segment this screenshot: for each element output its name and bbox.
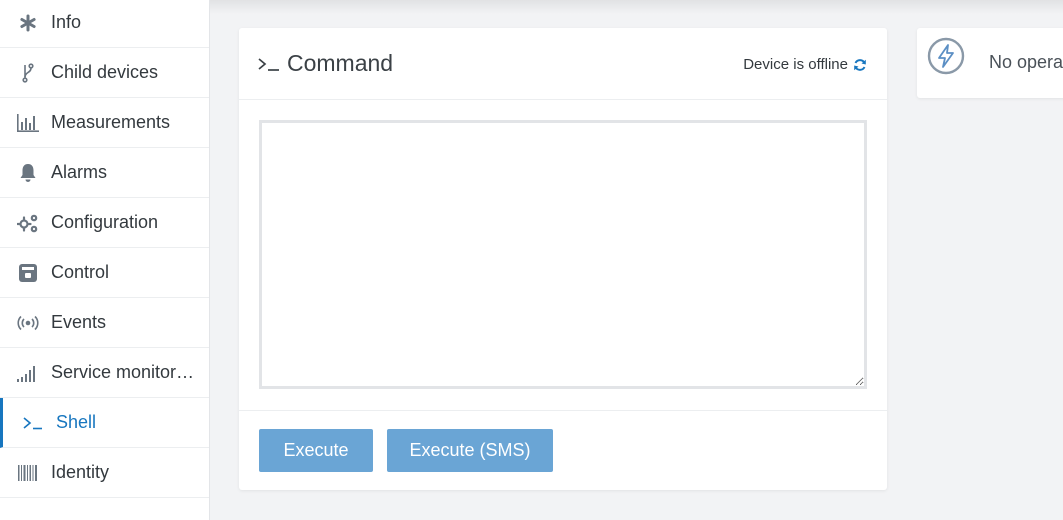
sidebar: Info Child devices Measurements Alarms C… xyxy=(0,0,210,520)
sidebar-item-label: Events xyxy=(51,312,107,332)
sidebar-item-label: Measurements xyxy=(51,112,171,132)
header-shadow xyxy=(210,0,1063,14)
sidebar-item-shell[interactable]: Shell xyxy=(0,398,209,448)
refresh-icon[interactable] xyxy=(853,58,867,72)
sidebar-item-label: Control xyxy=(51,262,110,282)
bell-icon xyxy=(16,161,40,185)
sidebar-item-events[interactable]: Events xyxy=(0,298,209,348)
sidebar-item-control[interactable]: Control xyxy=(0,248,209,298)
sidebar-item-child-devices[interactable]: Child devices xyxy=(0,48,209,98)
lightning-icon xyxy=(926,36,966,76)
command-panel-title: Command xyxy=(258,50,393,77)
bar-chart-icon xyxy=(16,111,40,135)
command-input[interactable] xyxy=(259,120,867,389)
command-input-wrapper xyxy=(259,120,867,389)
gears-icon xyxy=(16,211,40,235)
sidebar-item-label: Alarms xyxy=(51,162,108,182)
sidebar-item-alarms[interactable]: Alarms xyxy=(0,148,209,198)
sidebar-item-configuration[interactable]: Configuration xyxy=(0,198,209,248)
command-panel-footer: Execute Execute (SMS) xyxy=(239,410,887,490)
sidebar-item-label: Info xyxy=(51,12,82,32)
execute-sms-button[interactable]: Execute (SMS) xyxy=(387,429,553,472)
sidebar-item-label: Service monitori… xyxy=(51,362,196,382)
barcode-icon xyxy=(16,461,40,485)
sidebar-item-identity[interactable]: Identity xyxy=(0,448,209,498)
broadcast-icon xyxy=(16,311,40,335)
execute-button[interactable]: Execute xyxy=(259,429,373,472)
branch-icon xyxy=(16,61,40,85)
sidebar-item-service-monitoring[interactable]: Service monitori… xyxy=(0,348,209,398)
sidebar-item-info[interactable]: Info xyxy=(0,0,209,48)
device-status-text: Device is offline xyxy=(743,56,848,73)
signal-bars-icon xyxy=(16,361,40,385)
asterisk-icon xyxy=(16,11,40,35)
terminal-icon xyxy=(21,411,45,435)
command-panel-title-text: Command xyxy=(287,50,394,76)
command-panel: Command Device is offline Execute Execut… xyxy=(239,28,887,490)
sidebar-item-measurements[interactable]: Measurements xyxy=(0,98,209,148)
device-status: Device is offline xyxy=(743,56,867,73)
command-panel-header: Command Device is offline xyxy=(239,28,887,100)
operations-panel: No operat xyxy=(917,28,1063,98)
sidebar-item-label: Configuration xyxy=(51,212,159,232)
sidebar-item-label: Child devices xyxy=(51,62,159,82)
control-box-icon xyxy=(16,261,40,285)
sidebar-item-label: Identity xyxy=(51,462,110,482)
no-operations-text: No operat xyxy=(989,52,1063,72)
sidebar-item-label: Shell xyxy=(56,412,97,432)
terminal-icon xyxy=(258,55,280,73)
